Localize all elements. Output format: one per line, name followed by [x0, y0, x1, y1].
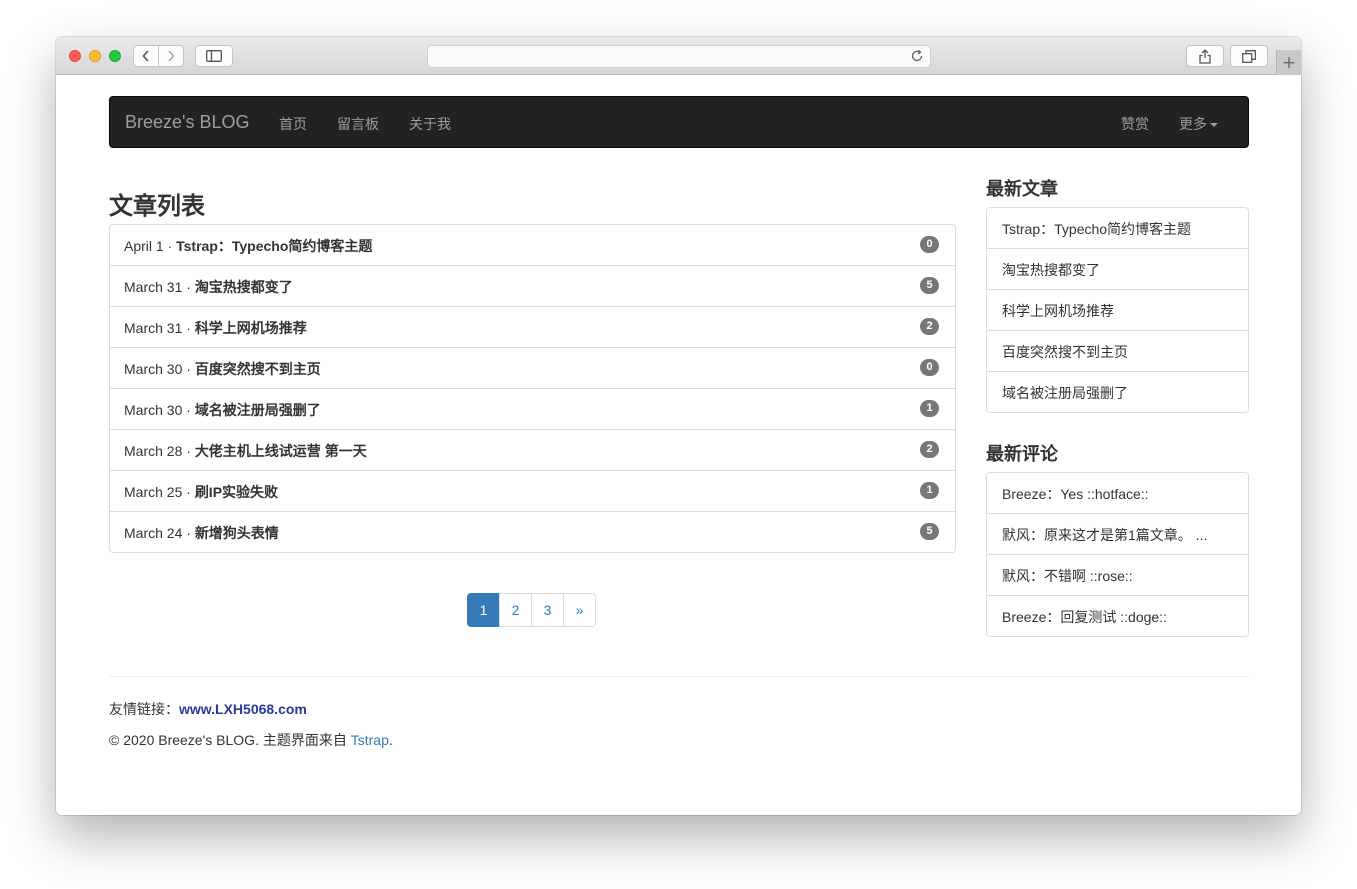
browser-window: + Breeze's BLOG 首页 留言板 关于我 赞赏 更多 文章列表 Ap…: [56, 37, 1301, 815]
recent-post-link[interactable]: 域名被注册局强删了: [987, 371, 1248, 412]
comment-count-badge: 1: [920, 400, 939, 417]
page-2-button[interactable]: 2: [499, 593, 532, 627]
nav-more-label: 更多: [1179, 116, 1207, 132]
reload-icon[interactable]: [910, 49, 924, 63]
recent-post-link[interactable]: 百度突然搜不到主页: [987, 330, 1248, 371]
page-3-button[interactable]: 3: [531, 593, 564, 627]
comment-count-badge: 5: [920, 523, 939, 540]
sidebar-toggle-button[interactable]: [195, 45, 233, 67]
comment-count-badge: 2: [920, 441, 939, 458]
post-item[interactable]: March 31 · 科学上网机场推荐 2: [110, 306, 955, 347]
recent-comment-link[interactable]: 默风：原来这才是第1篇文章。 ...: [987, 513, 1248, 554]
recent-posts-list: Tstrap：Typecho简约博客主题 淘宝热搜都变了 科学上网机场推荐 百度…: [986, 207, 1249, 413]
navbar: Breeze's BLOG 首页 留言板 关于我 赞赏 更多: [109, 96, 1249, 148]
post-title-link[interactable]: 百度突然搜不到主页: [195, 361, 321, 377]
forward-button[interactable]: [158, 45, 184, 67]
share-icon: [1199, 48, 1211, 64]
chevron-left-icon: [142, 50, 149, 62]
post-title-link[interactable]: 淘宝热搜都变了: [195, 279, 293, 295]
blog-page: Breeze's BLOG 首页 留言板 关于我 赞赏 更多 文章列表 Apri…: [56, 76, 1301, 815]
friend-links-label: 友情链接：: [109, 701, 179, 717]
recent-comment-link[interactable]: Breeze：Yes ::hotface::: [987, 473, 1248, 513]
sidebar-icon: [206, 50, 222, 62]
post-item[interactable]: March 25 · 刷IP实验失败 1: [110, 470, 955, 511]
post-list: April 1 · Tstrap：Typecho简约博客主题 0 March 31…: [109, 224, 956, 553]
friend-links: 友情链接：www.LXH5068.com: [109, 699, 307, 719]
theme-link[interactable]: Tstrap: [351, 732, 389, 748]
copyright-text: © 2020 Breeze's BLOG. 主题界面来自: [109, 732, 351, 748]
next-page-button[interactable]: »: [563, 593, 596, 627]
recent-post-link[interactable]: Tstrap：Typecho简约博客主题: [987, 208, 1248, 248]
post-item[interactable]: March 30 · 百度突然搜不到主页 0: [110, 347, 955, 388]
comment-count-badge: 5: [920, 277, 939, 294]
tab-overview-button[interactable]: [1230, 45, 1268, 67]
brand-link[interactable]: Breeze's BLOG: [125, 112, 250, 133]
post-title-link[interactable]: 新增狗头表情: [195, 525, 279, 541]
comment-count-badge: 2: [920, 318, 939, 335]
recent-comments-list: Breeze：Yes ::hotface:: 默风：原来这才是第1篇文章。 ..…: [986, 472, 1249, 637]
post-title-link[interactable]: Tstrap：Typecho简约博客主题: [176, 238, 372, 254]
post-item[interactable]: April 1 · Tstrap：Typecho简约博客主题 0: [110, 225, 955, 265]
post-date: March 31 ·: [124, 279, 195, 295]
chevron-right-icon: [168, 50, 175, 62]
comment-count-badge: 0: [920, 236, 939, 253]
post-date: March 25 ·: [124, 484, 195, 500]
post-item[interactable]: March 24 · 新增狗头表情 5: [110, 511, 955, 552]
minimize-window-button[interactable]: [89, 50, 101, 62]
post-date: April 1 ·: [124, 238, 177, 254]
caret-down-icon: [1210, 123, 1218, 128]
nav-donate[interactable]: 赞赏: [1121, 114, 1149, 134]
post-date: March 28 ·: [124, 443, 195, 459]
pagination: 1 2 3 »: [467, 593, 596, 627]
nav-guestbook[interactable]: 留言板: [337, 114, 379, 134]
plus-icon: +: [1281, 52, 1297, 73]
copyright: © 2020 Breeze's BLOG. 主题界面来自 Tstrap.: [109, 730, 393, 750]
nav-home[interactable]: 首页: [279, 114, 307, 134]
post-date: March 24 ·: [124, 525, 195, 541]
post-title-link[interactable]: 域名被注册局强删了: [195, 402, 321, 418]
browser-toolbar: +: [56, 37, 1301, 75]
post-date: March 31 ·: [124, 320, 195, 336]
comment-count-badge: 1: [920, 482, 939, 499]
post-item[interactable]: March 28 · 大佬主机上线试运营 第一天 2: [110, 429, 955, 470]
nav-more-dropdown[interactable]: 更多: [1179, 114, 1218, 134]
copyright-end: .: [388, 732, 393, 748]
nav-about[interactable]: 关于我: [409, 114, 451, 134]
address-bar[interactable]: [427, 45, 931, 68]
friend-link[interactable]: www.LXH5068.com: [179, 701, 307, 717]
zoom-window-button[interactable]: [109, 50, 121, 62]
post-date: March 30 ·: [124, 361, 195, 377]
recent-comment-link[interactable]: 默风：不错啊 ::rose::: [987, 554, 1248, 595]
page-title: 文章列表: [109, 193, 205, 220]
post-item[interactable]: March 30 · 域名被注册局强删了 1: [110, 388, 955, 429]
post-title-link[interactable]: 大佬主机上线试运营 第一天: [195, 443, 367, 459]
recent-comment-link[interactable]: Breeze：回复测试 ::doge::: [987, 595, 1248, 636]
page-1-button[interactable]: 1: [467, 593, 500, 627]
new-tab-button[interactable]: +: [1276, 50, 1301, 75]
close-window-button[interactable]: [69, 50, 81, 62]
recent-comments-title: 最新评论: [986, 444, 1058, 464]
recent-post-link[interactable]: 科学上网机场推荐: [987, 289, 1248, 330]
comment-count-badge: 0: [920, 359, 939, 376]
post-item[interactable]: March 31 · 淘宝热搜都变了 5: [110, 265, 955, 306]
share-button[interactable]: [1186, 45, 1224, 67]
footer-divider: [109, 676, 1249, 677]
back-button[interactable]: [133, 45, 159, 67]
post-date: March 30 ·: [124, 402, 195, 418]
recent-post-link[interactable]: 淘宝热搜都变了: [987, 248, 1248, 289]
tabs-icon: [1242, 49, 1256, 63]
post-title-link[interactable]: 刷IP实验失败: [195, 484, 278, 500]
post-title-link[interactable]: 科学上网机场推荐: [195, 320, 307, 336]
recent-posts-title: 最新文章: [986, 179, 1058, 199]
